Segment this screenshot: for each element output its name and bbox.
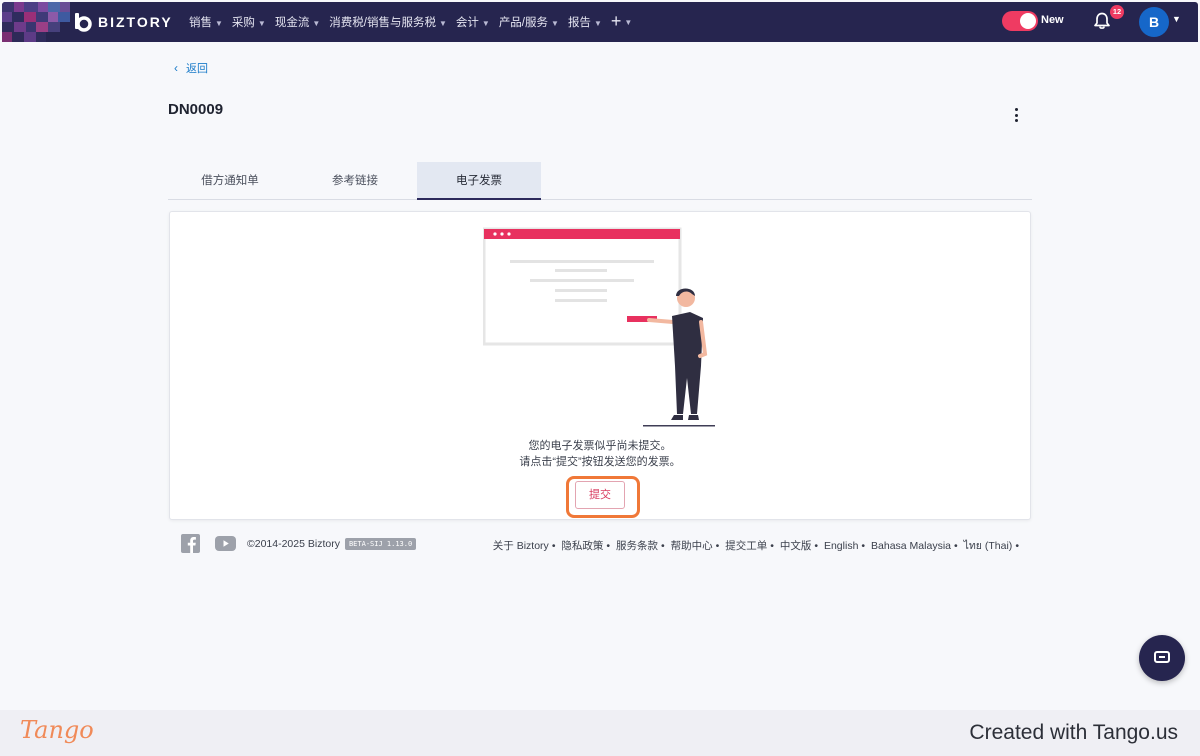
submission-message: 您的电子发票似乎尚未提交。 请点击“提交”按钮发送您的发票。 (169, 438, 1031, 470)
separator: • (606, 540, 611, 552)
biztory-logo-icon (75, 13, 92, 32)
document-tabs: 借方通知单 参考链接 电子发票 (168, 162, 1032, 200)
chevron-down-icon: ▼ (481, 19, 490, 28)
back-link[interactable]: ‹ 返回 (174, 60, 208, 76)
footer-link-privacy[interactable]: 隐私政策 (561, 540, 603, 552)
nav-item-cashflow[interactable]: 现金流 ▼ (275, 14, 320, 30)
chevron-down-icon: ▼ (312, 19, 321, 28)
nav-label: 销售 (189, 17, 212, 29)
copyright: ©2014-2025 Biztory BETA-SIJ 1.13.0 (247, 538, 417, 550)
nav-label: 报告 (567, 17, 591, 29)
user-avatar[interactable]: B (1139, 7, 1169, 37)
facebook-icon[interactable] (181, 534, 200, 553)
chat-widget-button[interactable] (1139, 635, 1185, 681)
back-link-label: 返回 (186, 63, 208, 75)
chevron-down-icon: ▼ (593, 19, 602, 28)
tango-footer-bar: Tango Created with Tango.us (0, 710, 1200, 756)
footer-link-thai[interactable]: ไทย (Thai) (964, 540, 1013, 552)
separator: • (1015, 540, 1019, 552)
new-ui-toggle[interactable] (1002, 11, 1038, 31)
footer-link-malay[interactable]: Bahasa Malaysia (871, 540, 951, 552)
footer-link-help[interactable]: 帮助中心 (671, 540, 713, 552)
chevron-down-icon[interactable]: ▼ (1172, 14, 1181, 24)
tango-logo: Tango (20, 716, 94, 744)
separator: • (954, 540, 958, 552)
chevron-down-icon: ▼ (438, 19, 447, 28)
page-footer: ©2014-2025 Biztory BETA-SIJ 1.13.0 关于 Biz… (180, 534, 1032, 554)
nav-item-accounting[interactable]: 会计 ▼ (456, 14, 490, 30)
more-options-icon[interactable] (1008, 106, 1024, 124)
notification-count-badge: 12 (1110, 5, 1124, 19)
footer-link-ticket[interactable]: 提交工单 (725, 540, 767, 552)
nav-item-tax[interactable]: 消费税/销售与服务税 ▼ (329, 14, 447, 30)
chevron-down-icon: ▼ (551, 19, 559, 28)
tab-reference-links[interactable]: 参考链接 (293, 162, 417, 200)
chevron-down-icon: ▼ (257, 19, 266, 28)
nav-item-reports[interactable]: 报告 ▼ (568, 14, 602, 30)
footer-link-terms[interactable]: 服务条款 (616, 540, 658, 552)
quick-add-menu[interactable]: + ▼ (611, 12, 632, 31)
footer-links: 关于 Biztory • 隐私政策 • 服务条款 • 帮助中心 • 提交工单 • 中文版 •… (493, 537, 1022, 554)
separator: • (861, 540, 866, 552)
message-line-1: 您的电子发票似乎尚未提交。 (528, 440, 672, 452)
version-badge: BETA-SIJ 1.13.0 (344, 538, 417, 550)
chevron-down-icon: ▼ (215, 19, 223, 28)
footer-link-about[interactable]: 关于 Biztory (493, 540, 549, 552)
plus-icon: + (610, 11, 622, 32)
chevron-left-icon: ‹ (174, 61, 178, 75)
new-ui-toggle-label: New (1041, 14, 1064, 26)
nav-item-sales[interactable]: 销售 ▼ (189, 14, 223, 30)
nav-label: 采购 (231, 17, 255, 29)
main-nav: 销售 ▼ 采购 ▼ 现金流 ▼ 消费税/销售与服务税 ▼ 会计 ▼ 产品/服务 ▼ 报告 ▼ … (189, 2, 632, 42)
toggle-knob (1020, 13, 1036, 29)
tab-e-invoice[interactable]: 电子发票 (417, 162, 541, 200)
brand-name: BIZTORY (98, 14, 173, 30)
presentation-illustration (483, 227, 715, 427)
nav-label: 现金流 (274, 17, 310, 29)
separator: • (551, 540, 556, 552)
nav-label: 消费税/销售与服务税 (329, 17, 436, 29)
nav-label: 会计 (455, 17, 479, 29)
nav-label: 产品/服务 (498, 17, 549, 29)
separator: • (715, 540, 720, 552)
separator: • (661, 540, 665, 552)
separator: • (770, 540, 774, 552)
chat-icon (1154, 651, 1170, 663)
submit-button[interactable]: 提交 (575, 481, 625, 509)
copyright-text: ©2014-2025 Biztory (247, 538, 340, 550)
message-line-2: 请点击“提交”按钮发送您的发票。 (519, 456, 681, 468)
footer-link-chinese[interactable]: 中文版 (780, 540, 812, 552)
nav-item-purchases[interactable]: 采购 ▼ (232, 14, 266, 30)
footer-link-english[interactable]: English (824, 540, 858, 552)
bell-icon[interactable] (1092, 11, 1112, 31)
tab-debit-note[interactable]: 借方通知单 (168, 162, 292, 200)
chevron-down-icon: ▼ (624, 17, 633, 27)
nav-item-products[interactable]: 产品/服务 ▼ (499, 14, 559, 30)
youtube-icon[interactable] (215, 536, 236, 551)
separator: • (814, 540, 819, 552)
brand-logo[interactable]: BIZTORY (72, 11, 173, 33)
tango-credit: Created with Tango.us (969, 721, 1178, 744)
page-title: DN0009 (168, 101, 224, 118)
